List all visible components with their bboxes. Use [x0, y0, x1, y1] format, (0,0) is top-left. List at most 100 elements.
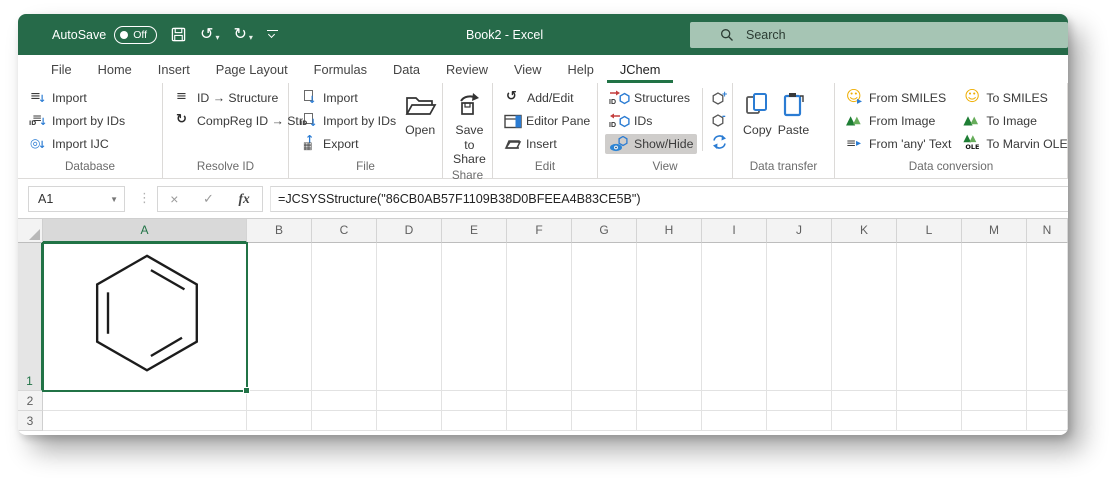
tab-view[interactable]: View: [501, 55, 555, 83]
cell-K1[interactable]: [832, 243, 897, 391]
cell-H2[interactable]: [637, 391, 702, 411]
save-to-share-button[interactable]: Save to Share: [450, 88, 489, 168]
redo-button[interactable]: ↻▾: [233, 27, 252, 43]
add-structure-button[interactable]: +: [709, 89, 729, 107]
cell-F1[interactable]: [507, 243, 572, 391]
cell-M1[interactable]: [962, 243, 1027, 391]
to-marvin-ole-button[interactable]: ▲▲OLETo Marvin OLE: [959, 134, 1068, 154]
cell-C3[interactable]: [312, 411, 377, 431]
select-all-corner[interactable]: [18, 219, 43, 243]
tab-home[interactable]: Home: [85, 55, 145, 83]
cell-K3[interactable]: [832, 411, 897, 431]
column-header-a[interactable]: A: [43, 219, 247, 243]
cell-E1[interactable]: [442, 243, 507, 391]
fill-handle[interactable]: [243, 387, 250, 394]
cell-N2[interactable]: [1027, 391, 1068, 411]
tab-insert[interactable]: Insert: [145, 55, 203, 83]
column-header-g[interactable]: G: [572, 219, 637, 243]
export-button[interactable]: ↑▦Export: [296, 134, 400, 154]
tab-review[interactable]: Review: [433, 55, 501, 83]
refresh-structures-button[interactable]: [709, 133, 729, 151]
column-header-e[interactable]: E: [442, 219, 507, 243]
cell-E3[interactable]: [442, 411, 507, 431]
copy-button[interactable]: Copy: [740, 88, 775, 139]
open-button[interactable]: Open: [400, 88, 440, 139]
save-button[interactable]: [171, 27, 186, 42]
cell-F2[interactable]: [507, 391, 572, 411]
cell-L2[interactable]: [897, 391, 962, 411]
from-any-text-button[interactable]: ≡▸From 'any' Text: [842, 134, 955, 154]
search-input[interactable]: Search: [690, 22, 1068, 48]
column-header-m[interactable]: M: [962, 219, 1027, 243]
cell-G1[interactable]: [572, 243, 637, 391]
cell-I2[interactable]: [702, 391, 767, 411]
column-header-k[interactable]: K: [832, 219, 897, 243]
tab-jchem[interactable]: JChem: [607, 55, 674, 83]
tab-formulas[interactable]: Formulas: [301, 55, 380, 83]
cell-B1[interactable]: [247, 243, 312, 391]
cell-D1[interactable]: [377, 243, 442, 391]
insert-button[interactable]: Insert: [500, 134, 594, 154]
structures-button[interactable]: IDStructures: [605, 88, 697, 108]
column-header-f[interactable]: F: [507, 219, 572, 243]
add-edit-button[interactable]: ↺Add/Edit: [500, 88, 594, 108]
import-ijc-button[interactable]: ◎↓Import IJC: [25, 134, 129, 154]
cell-D3[interactable]: [377, 411, 442, 431]
import-by-ids-button[interactable]: ≡ID↓Import by IDs: [25, 111, 129, 131]
import-button[interactable]: ↓Import: [296, 88, 400, 108]
cell-I1[interactable]: [702, 243, 767, 391]
ids-button[interactable]: IDIDs: [605, 111, 697, 131]
remove-structure-button[interactable]: -: [709, 111, 729, 129]
paste-button[interactable]: Paste: [775, 88, 812, 139]
cell-J1[interactable]: [767, 243, 832, 391]
undo-button[interactable]: ↺▾: [200, 27, 219, 43]
cell-G2[interactable]: [572, 391, 637, 411]
import-by-ids-button[interactable]: ID↓Import by IDs: [296, 111, 400, 131]
cell-N1[interactable]: [1027, 243, 1068, 391]
editor-pane-button[interactable]: Editor Pane: [500, 111, 594, 131]
cell-M2[interactable]: [962, 391, 1027, 411]
import-button[interactable]: ≡↓Import: [25, 88, 129, 108]
cell-K2[interactable]: [832, 391, 897, 411]
id-structure-button[interactable]: ≡ID → Structure: [170, 88, 307, 108]
autosave-toggle[interactable]: AutoSave Off: [52, 26, 157, 44]
column-header-n[interactable]: N: [1027, 219, 1068, 243]
customize-quick-access-button[interactable]: [267, 30, 278, 39]
cell-D2[interactable]: [377, 391, 442, 411]
row-header-3[interactable]: 3: [18, 411, 43, 431]
name-box[interactable]: A1 ▼: [28, 186, 125, 212]
to-image-button[interactable]: ▲▲To Image: [959, 111, 1068, 131]
column-header-b[interactable]: B: [247, 219, 312, 243]
enter-button[interactable]: ✓: [203, 191, 214, 207]
selected-cell-a1[interactable]: [42, 242, 248, 392]
column-header-h[interactable]: H: [637, 219, 702, 243]
from-image-button[interactable]: ▲▲From Image: [842, 111, 955, 131]
tab-data[interactable]: Data: [380, 55, 433, 83]
cancel-button[interactable]: ×: [170, 191, 178, 207]
cell-C1[interactable]: [312, 243, 377, 391]
insert-function-button[interactable]: fx: [238, 191, 249, 207]
cell-E2[interactable]: [442, 391, 507, 411]
cell-C2[interactable]: [312, 391, 377, 411]
cell-H1[interactable]: [637, 243, 702, 391]
cell-M3[interactable]: [962, 411, 1027, 431]
compreg-id-str-button[interactable]: ↻CompReg ID → Str: [170, 111, 307, 131]
formula-input[interactable]: =JCSYSStructure("86CB0AB57F1109B38D0BFEE…: [270, 186, 1068, 212]
column-header-i[interactable]: I: [702, 219, 767, 243]
cell-A3[interactable]: [43, 411, 247, 431]
show-hide-button[interactable]: Show/Hide: [605, 134, 697, 154]
tab-file[interactable]: File: [38, 55, 85, 83]
row-header-1[interactable]: 1: [18, 243, 43, 391]
from-smiles-button[interactable]: ☺▸From SMILES: [842, 88, 955, 108]
row-header-2[interactable]: 2: [18, 391, 43, 411]
cell-H3[interactable]: [637, 411, 702, 431]
cell-L3[interactable]: [897, 411, 962, 431]
tab-help[interactable]: Help: [555, 55, 607, 83]
cell-B3[interactable]: [247, 411, 312, 431]
column-header-l[interactable]: L: [897, 219, 962, 243]
column-header-c[interactable]: C: [312, 219, 377, 243]
column-header-j[interactable]: J: [767, 219, 832, 243]
column-header-d[interactable]: D: [377, 219, 442, 243]
tab-page-layout[interactable]: Page Layout: [203, 55, 301, 83]
cell-G3[interactable]: [572, 411, 637, 431]
